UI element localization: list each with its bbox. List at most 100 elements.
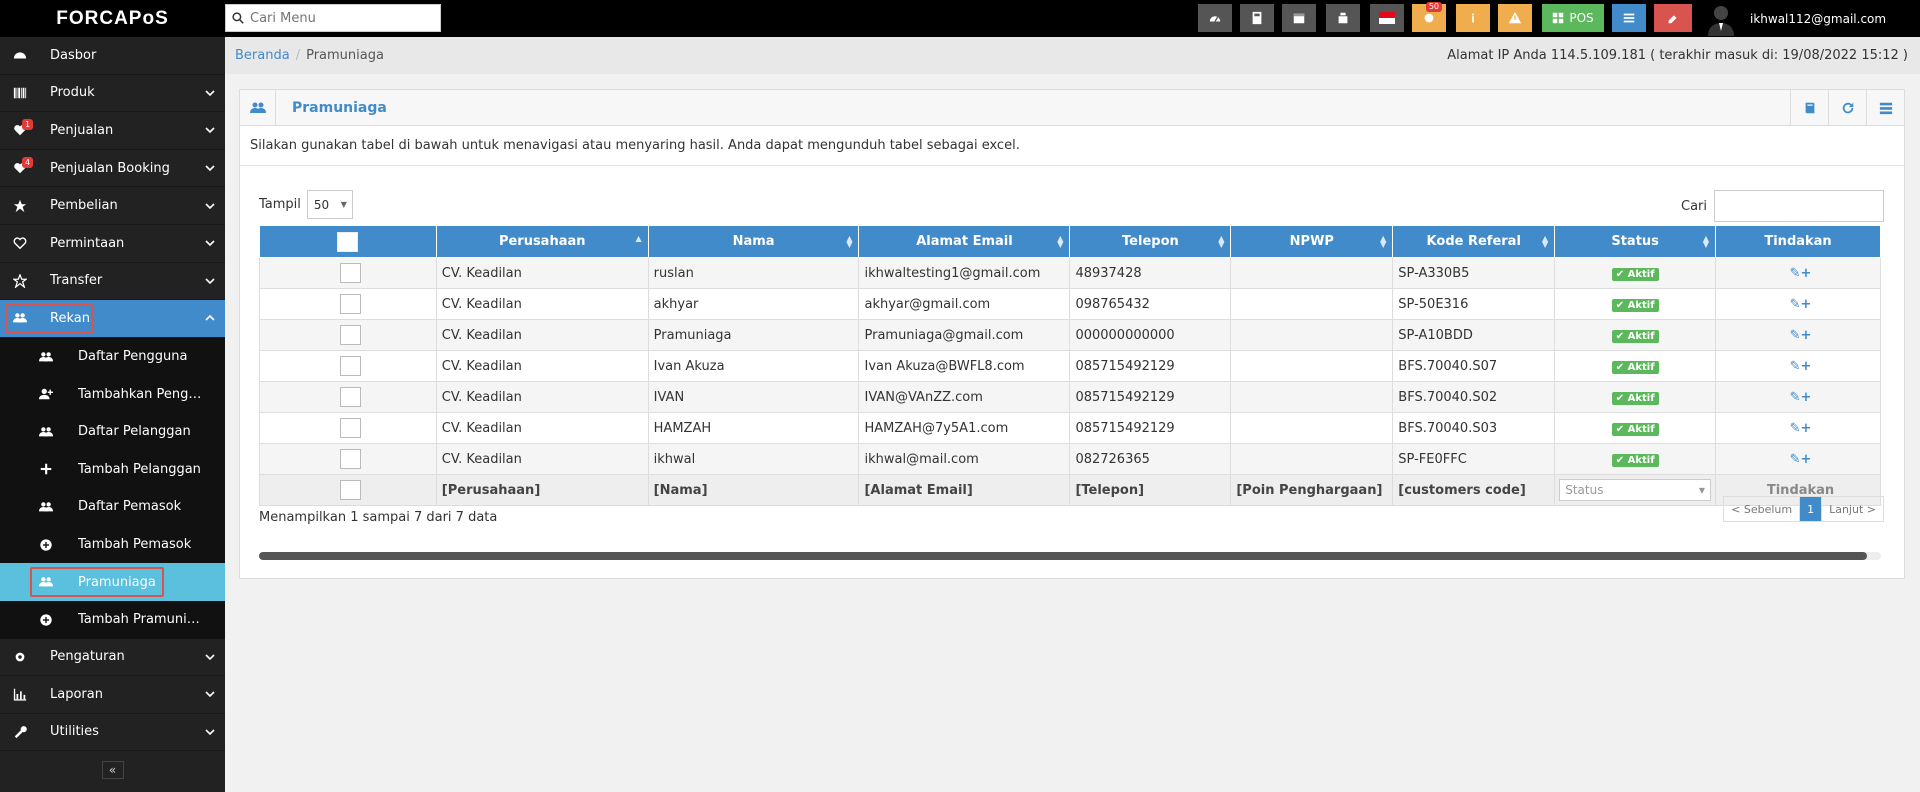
add-icon[interactable]: + xyxy=(1801,297,1812,312)
column-header-perusahaan[interactable]: Perusahaan ▲ xyxy=(435,225,649,258)
horizontal-scrollbar[interactable] xyxy=(259,552,1881,560)
cell-tindakan: ✎+ xyxy=(1715,412,1881,444)
book-button[interactable] xyxy=(1790,90,1828,126)
add-icon[interactable]: + xyxy=(1801,328,1812,343)
gauge-icon xyxy=(1209,16,1221,22)
scrollbar-thumb[interactable] xyxy=(259,552,1867,560)
column-header-email[interactable]: Alamat Email ▲ ▼ xyxy=(858,225,1071,258)
edit-icon[interactable]: ✎ xyxy=(1790,421,1801,436)
cell-status: ✔ Aktif xyxy=(1554,257,1717,289)
edit-icon[interactable]: ✎ xyxy=(1790,297,1801,312)
sidebar-sub-tambahkan-pengguna[interactable]: Tambahkan Pengguna xyxy=(0,375,225,413)
sidebar-item-penjualan[interactable]: 1 Penjualan xyxy=(0,112,225,150)
collapse-sidebar-button[interactable]: « xyxy=(101,760,124,779)
row-checkbox[interactable] xyxy=(339,449,361,469)
prev-page-button[interactable]: < Sebelum xyxy=(1724,497,1801,521)
sidebar-item-pembelian[interactable]: Pembelian xyxy=(0,187,225,225)
row-checkbox-cell xyxy=(259,257,437,289)
column-header-kode-referal[interactable]: Kode Referal ▲ ▼ xyxy=(1392,225,1556,258)
register-button[interactable] xyxy=(1326,4,1360,32)
footer-checkbox[interactable] xyxy=(339,480,361,500)
star-icon xyxy=(12,198,28,214)
table-row: CV. Keadilan IVAN IVAN@VAnZZ.com 0857154921… xyxy=(259,381,1881,413)
cell-email: akhyar@gmail.com xyxy=(858,288,1071,320)
add-icon[interactable]: + xyxy=(1801,390,1812,405)
edit-icon[interactable]: ✎ xyxy=(1790,390,1801,405)
calendar-button[interactable] xyxy=(1282,4,1316,32)
sidebar-item-rekan[interactable]: Rekan xyxy=(0,300,225,338)
sidebar-sub-daftar-pemasok[interactable]: Daftar Pemasok xyxy=(0,488,225,526)
row-checkbox[interactable] xyxy=(339,325,361,345)
menu-search-input[interactable] xyxy=(250,10,430,26)
sidebar-item-produk[interactable]: Produk xyxy=(0,75,225,113)
add-icon[interactable]: + xyxy=(1801,266,1812,281)
columns-button[interactable] xyxy=(1866,90,1904,126)
header-label: Alamat Email xyxy=(916,234,1013,249)
sidebar-item-label: Pengaturan xyxy=(50,649,125,665)
status-filter-select[interactable]: Status ▼ xyxy=(1559,479,1712,501)
warning-button[interactable] xyxy=(1498,4,1532,32)
sidebar-sub-daftar-pelanggan[interactable]: Daftar Pelanggan xyxy=(0,412,225,451)
language-button[interactable] xyxy=(1370,4,1404,32)
pos-button[interactable]: POS xyxy=(1542,4,1604,32)
header-label: Perusahaan xyxy=(498,234,586,249)
sidebar-item-pengaturan[interactable]: Pengaturan xyxy=(0,639,225,677)
dashboard-button[interactable] xyxy=(1198,4,1232,32)
column-header-tindakan: Tindakan xyxy=(1715,225,1881,258)
notifications-button[interactable]: 50 xyxy=(1412,2,1446,32)
eraser-button[interactable] xyxy=(1654,4,1692,32)
chevron-down-icon xyxy=(205,90,215,97)
column-header-npwp[interactable]: NPWP ▲ ▼ xyxy=(1230,225,1394,258)
sidebar-item-utilities[interactable]: Utilities xyxy=(0,714,225,752)
cell-tindakan: ✎+ xyxy=(1715,257,1881,289)
page-length-select[interactable]: 50 ▼ xyxy=(306,190,353,219)
row-checkbox[interactable] xyxy=(339,294,361,314)
next-page-button[interactable]: Lanjut > xyxy=(1822,497,1883,521)
add-icon[interactable]: + xyxy=(1801,452,1812,467)
breadcrumb-home-link[interactable]: Beranda xyxy=(235,48,290,63)
row-checkbox[interactable] xyxy=(339,387,361,407)
list-button[interactable] xyxy=(1612,4,1646,32)
row-checkbox[interactable] xyxy=(339,356,361,376)
chevron-down-icon xyxy=(205,203,215,209)
column-header-telepon[interactable]: Telepon ▲ ▼ xyxy=(1069,225,1232,258)
select-all-checkbox[interactable] xyxy=(337,231,359,252)
add-icon[interactable]: + xyxy=(1801,359,1812,374)
sidebar-sub-tambah-pemasok[interactable]: Tambah Pemasok xyxy=(0,525,225,564)
row-checkbox[interactable] xyxy=(339,418,361,438)
chevron-down-icon xyxy=(205,729,215,736)
sidebar-sub-tambah-pramuniaga[interactable]: Tambah Pramuniaga xyxy=(0,600,225,639)
table-search-input[interactable] xyxy=(1714,190,1884,222)
sidebar-item-penjualan-booking[interactable]: 4 Penjualan Booking xyxy=(0,150,225,188)
sidebar-item-transfer[interactable]: Transfer xyxy=(0,263,225,301)
page-1-button[interactable]: 1 xyxy=(1800,497,1823,521)
sidebar-sub-tambah-pelanggan[interactable]: Tambah Pelanggan xyxy=(0,450,225,489)
menu-search[interactable] xyxy=(225,4,441,32)
sidebar-sub-daftar-pengguna[interactable]: Daftar Pengguna xyxy=(0,337,225,376)
row-checkbox-cell xyxy=(259,443,437,475)
edit-icon[interactable]: ✎ xyxy=(1790,452,1801,467)
app-logo[interactable]: FORCAPoS xyxy=(0,0,225,37)
footer-nama: [Nama] xyxy=(647,474,860,506)
column-header-nama[interactable]: Nama ▲ ▼ xyxy=(647,225,860,258)
column-header-status[interactable]: Status ▲ ▼ xyxy=(1554,225,1717,258)
edit-icon[interactable]: ✎ xyxy=(1790,359,1801,374)
sidebar-item-laporan[interactable]: Laporan xyxy=(0,676,225,714)
cell-kode-referal: SP-50E316 xyxy=(1392,288,1556,320)
cell-email: HAMZAH@7y5A1.com xyxy=(858,412,1071,444)
row-checkbox[interactable] xyxy=(339,263,361,283)
info-button[interactable] xyxy=(1456,4,1490,32)
user-menu[interactable]: ikhwal112@gmail.com xyxy=(1704,0,1886,37)
refresh-button[interactable] xyxy=(1828,90,1866,126)
sidebar-sub-pramuniaga[interactable]: Pramuniaga xyxy=(0,563,225,601)
add-icon[interactable]: + xyxy=(1801,421,1812,436)
sidebar-item-permintaan[interactable]: Permintaan xyxy=(0,225,225,263)
sidebar-item-dasbor[interactable]: Dasbor xyxy=(0,37,225,75)
calculator-button[interactable] xyxy=(1240,4,1274,32)
footer-checkbox-cell xyxy=(259,474,437,506)
sidebar: Dasbor Produk 1 Penjualan 4 Penjualan Book… xyxy=(0,37,225,792)
info-icon xyxy=(1472,13,1474,23)
edit-icon[interactable]: ✎ xyxy=(1790,266,1801,281)
edit-icon[interactable]: ✎ xyxy=(1790,328,1801,343)
content-box: Pramuniaga Silakan gunakan tabel di bawa… xyxy=(239,89,1905,579)
